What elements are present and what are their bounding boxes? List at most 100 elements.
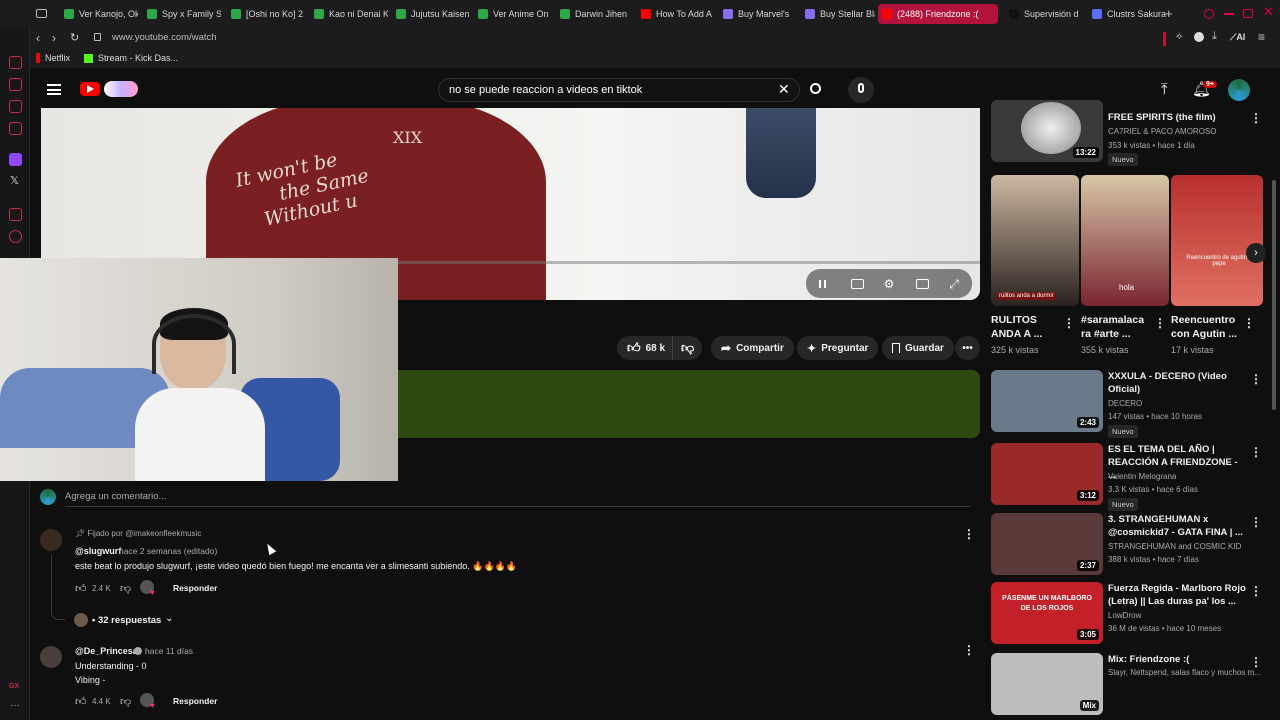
video-channel[interactable]: DECERO bbox=[1108, 399, 1142, 408]
browser-tab[interactable]: [Oshi no Ko] 2 bbox=[227, 4, 305, 24]
share-button[interactable]: ➦ Compartir bbox=[711, 336, 794, 360]
video-thumbnail[interactable]: 2:37 bbox=[991, 513, 1103, 575]
workspace-icon[interactable] bbox=[36, 9, 47, 18]
browser-tab[interactable]: Clustrs Sakura bbox=[1088, 4, 1166, 24]
video-options-icon[interactable]: ⋮ bbox=[1250, 655, 1262, 669]
description-box[interactable] bbox=[398, 370, 980, 438]
short-thumbnail[interactable]: rulitos anda a dormir bbox=[991, 175, 1079, 306]
share-icon[interactable]: ⟡ bbox=[1176, 31, 1183, 42]
chat-icon[interactable] bbox=[9, 100, 22, 113]
dislike-button[interactable]: 👎︎ bbox=[672, 336, 703, 360]
shorts-next-button[interactable]: › bbox=[1246, 243, 1266, 263]
chevron-down-icon[interactable]: ⌄ bbox=[165, 613, 173, 624]
netflix-bookmark[interactable]: Netflix bbox=[36, 53, 70, 63]
video-channel[interactable]: CA7RIEL & PACO AMOROSO bbox=[1108, 127, 1216, 136]
browser-tab[interactable]: (2488) Friendzone :( bbox=[878, 4, 998, 24]
more-icon[interactable]: ··· bbox=[10, 700, 20, 711]
browser-tab[interactable]: Kao ni Denai K bbox=[310, 4, 388, 24]
voice-search-button[interactable] bbox=[848, 77, 874, 103]
video-thumbnail[interactable]: 2:43 bbox=[991, 370, 1103, 432]
reload-icon[interactable]: ↻ bbox=[70, 31, 79, 44]
reply-button[interactable]: Responder bbox=[173, 696, 217, 706]
pause-button[interactable] bbox=[809, 273, 835, 295]
like-button[interactable]: 👍︎ 68 k bbox=[617, 336, 674, 360]
comment-options-icon[interactable]: ⋮ bbox=[963, 527, 975, 541]
hamburger-menu-icon[interactable] bbox=[47, 84, 61, 95]
comment-avatar[interactable] bbox=[40, 646, 62, 668]
browser-tab[interactable]: Supervisión d bbox=[1005, 4, 1083, 24]
settings-button[interactable]: ⚙ bbox=[876, 273, 902, 295]
search-input[interactable]: no se puede reaccion a videos en tiktok bbox=[438, 78, 800, 102]
video-channel[interactable]: Slayr, Nettspend, salas flaco y muchos m… bbox=[1108, 668, 1261, 677]
video-options-icon[interactable]: ⋮ bbox=[1250, 515, 1262, 529]
comment-options-icon[interactable]: ⋮ bbox=[963, 643, 975, 657]
short-thumbnail[interactable]: hola bbox=[1081, 175, 1169, 306]
kick-bookmark[interactable]: Stream - Kick Das... bbox=[84, 53, 178, 63]
short-options-icon[interactable]: ⋮ bbox=[1154, 316, 1166, 330]
ask-button[interactable]: ✦ Preguntar bbox=[797, 336, 879, 360]
video-thumbnail[interactable]: PÁSENME UN MARLBORO DE LOS ROJOS 3:05 bbox=[991, 582, 1103, 644]
search-button[interactable] bbox=[800, 78, 834, 102]
history-icon[interactable] bbox=[9, 230, 22, 243]
browser-tab[interactable]: Jujutsu Kaisen bbox=[392, 4, 470, 24]
browser-tab[interactable]: Spy x Family S bbox=[143, 4, 221, 24]
comment-author[interactable]: @slugwurf bbox=[75, 546, 121, 556]
browser-tab[interactable]: Buy Marvel's bbox=[719, 4, 797, 24]
gx-icon[interactable]: GX bbox=[9, 683, 19, 690]
clear-search-icon[interactable]: ✕ bbox=[778, 81, 790, 98]
video-title[interactable]: Fuerza Regida - Marlboro Rojo (Letra) ||… bbox=[1108, 582, 1248, 608]
minimize-button[interactable] bbox=[1224, 13, 1234, 15]
comment-like-button[interactable]: 👍︎ bbox=[75, 695, 87, 708]
instagram-icon[interactable] bbox=[9, 122, 22, 135]
maximize-button[interactable] bbox=[1243, 9, 1253, 18]
user-avatar[interactable] bbox=[1228, 79, 1250, 101]
video-channel[interactable]: Valentin Melograna bbox=[1108, 472, 1176, 481]
upload-icon[interactable]: ⤒ bbox=[1161, 81, 1168, 98]
video-options-icon[interactable]: ⋮ bbox=[1250, 584, 1262, 598]
add-comment-input[interactable]: Agrega un comentario... bbox=[65, 491, 166, 502]
browser-tab[interactable]: Ver Kanojo, Ok bbox=[60, 4, 138, 24]
fullscreen-button[interactable]: ⤢ bbox=[941, 273, 967, 295]
video-channel[interactable]: STRANGEHUMAN and COSMIC KID bbox=[1108, 542, 1241, 551]
short-options-icon[interactable]: ⋮ bbox=[1243, 316, 1255, 330]
bag-icon[interactable] bbox=[9, 78, 22, 91]
browser-tab[interactable]: Ver Anime On bbox=[474, 4, 552, 24]
comment-author[interactable]: @De_Princesa bbox=[75, 646, 138, 656]
video-title[interactable]: FREE SPIRITS (the film) bbox=[1108, 111, 1248, 124]
x-icon[interactable]: 𝕏 bbox=[10, 174, 19, 187]
url-field[interactable]: www.youtube.com/watch bbox=[112, 32, 217, 43]
short-title[interactable]: #saramalaca ra #arte ... bbox=[1081, 313, 1153, 341]
aria-ai-button[interactable]: ⟋AI bbox=[1230, 32, 1245, 43]
video-title[interactable]: Mix: Friendzone :( bbox=[1108, 653, 1248, 666]
video-options-icon[interactable]: ⋮ bbox=[1250, 445, 1262, 459]
save-button[interactable]: Guardar bbox=[882, 336, 954, 360]
browser-tab[interactable]: Buy Stellar Bla bbox=[801, 4, 875, 24]
menu-icon[interactable]: ≡ bbox=[1258, 30, 1265, 44]
video-thumbnail[interactable]: Mix bbox=[991, 653, 1103, 715]
short-thumbnail[interactable]: Reencuentro de agutin y pepe bbox=[1171, 175, 1263, 306]
more-actions-button[interactable]: ••• bbox=[955, 336, 980, 360]
new-tab-button[interactable]: + bbox=[1165, 6, 1173, 21]
comment-dislike-button[interactable]: 👎︎ bbox=[120, 582, 131, 595]
close-window-button[interactable]: ✕ bbox=[1263, 4, 1274, 20]
video-title[interactable]: 3. STRANGEHUMAN x @cosmickid7 - GATA FIN… bbox=[1108, 513, 1248, 539]
subtitles-button[interactable] bbox=[844, 273, 870, 295]
short-options-icon[interactable]: ⋮ bbox=[1063, 316, 1075, 330]
browser-tab[interactable]: Darwin Jihen bbox=[556, 4, 634, 24]
comment-avatar[interactable] bbox=[40, 529, 62, 551]
youtube-logo[interactable] bbox=[80, 82, 100, 96]
profile-icon[interactable] bbox=[1194, 32, 1204, 42]
comment-like-button[interactable]: 👍︎ bbox=[75, 582, 87, 595]
reply-button[interactable]: Responder bbox=[173, 583, 217, 593]
back-icon[interactable]: ‹ bbox=[36, 31, 40, 45]
search-tabs-icon[interactable] bbox=[1204, 9, 1214, 19]
short-title[interactable]: Reencuentro con Agutin ... bbox=[1171, 313, 1243, 341]
page-scrollbar[interactable] bbox=[1272, 180, 1276, 410]
aria-icon[interactable] bbox=[9, 56, 22, 69]
video-channel[interactable]: LowDrow bbox=[1108, 611, 1141, 620]
music-icon[interactable] bbox=[9, 208, 22, 221]
video-options-icon[interactable]: ⋮ bbox=[1250, 111, 1262, 125]
short-title[interactable]: RULITOS ANDA A ... bbox=[991, 313, 1063, 341]
browser-tab[interactable]: How To Add A bbox=[637, 4, 715, 24]
miniplayer-button[interactable] bbox=[909, 273, 935, 295]
